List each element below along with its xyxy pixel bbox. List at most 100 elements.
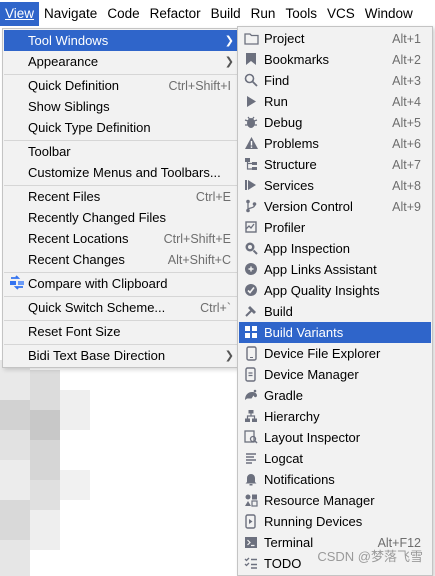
submenu-arrow-icon: ❯ [224,56,234,68]
tool-window-device-file-explorer[interactable]: Device File Explorer [239,343,431,364]
bookmark-icon [243,51,259,67]
tool-window-profiler[interactable]: Profiler [239,217,431,238]
tool-window-structure[interactable]: Structure Alt+7 [239,154,431,175]
run-icon [243,93,259,109]
menu-view[interactable]: View [0,2,40,26]
tool-window-layout-inspector[interactable]: Layout Inspector [239,427,431,448]
menu-item-label: Show Siblings [28,99,110,114]
services-icon [243,177,259,193]
menu-item-shortcut: Alt+6 [392,136,421,151]
layout-inspector-icon [243,429,259,445]
tool-window-version-control[interactable]: Version Control Alt+9 [239,196,431,217]
menu-item-label: App Links Assistant [264,262,377,277]
tool-window-app-quality[interactable]: App Quality Insights [239,280,431,301]
menu-item-compare-clipboard[interactable]: Compare with Clipboard [4,273,240,294]
menu-item-quick-switch-scheme[interactable]: Quick Switch Scheme... Ctrl+` [4,297,240,318]
tool-window-build[interactable]: Build [239,301,431,322]
tool-window-app-inspection[interactable]: App Inspection [239,238,431,259]
menu-item-recent-changes[interactable]: Recent Changes Alt+Shift+C [4,249,240,270]
device-icon [243,345,259,361]
menu-item-recent-locations[interactable]: Recent Locations Ctrl+Shift+E [4,228,240,249]
terminal-icon [243,534,259,550]
menu-item-shortcut: Alt+7 [392,157,421,172]
menu-item-label: Notifications [264,472,335,487]
menu-vcs[interactable]: VCS [322,2,360,26]
menu-item-label: Recent Files [28,189,101,204]
tool-window-logcat[interactable]: Logcat [239,448,431,469]
menu-item-tool-windows[interactable]: Tool Windows ❯ [4,30,240,51]
menu-item-label: TODO [264,556,302,571]
menu-item-recently-changed-files[interactable]: Recently Changed Files [4,207,240,228]
tool-window-app-links[interactable]: App Links Assistant [239,259,431,280]
menu-item-label: Build [264,304,293,319]
tool-window-debug[interactable]: Debug Alt+5 [239,112,431,133]
build-variants-icon [243,324,259,340]
tool-window-resource-manager[interactable]: Resource Manager [239,490,431,511]
menu-build[interactable]: Build [206,2,246,26]
menu-item-appearance[interactable]: Appearance ❯ [4,51,240,72]
menu-tools[interactable]: Tools [280,2,322,26]
tool-window-run[interactable]: Run Alt+4 [239,91,431,112]
resource-manager-icon [243,492,259,508]
tool-window-gradle[interactable]: Gradle [239,385,431,406]
structure-icon [243,156,259,172]
menu-item-reset-font-size[interactable]: Reset Font Size [4,321,240,342]
menu-item-label: Quick Switch Scheme... [28,300,166,315]
menu-item-label: Version Control [264,199,353,214]
menu-item-shortcut: Alt+4 [392,94,421,109]
menu-item-label: Bidi Text Base Direction [28,348,166,363]
menu-item-label: Terminal [264,535,314,550]
menu-item-shortcut: Alt+9 [392,199,421,214]
menu-item-label: Hierarchy [264,409,320,424]
menu-item-label: Layout Inspector [264,430,361,445]
menu-item-label: Problems [264,136,319,151]
profiler-icon [243,219,259,235]
menu-item-shortcut: Ctrl+E [195,189,231,204]
tool-window-hierarchy[interactable]: Hierarchy [239,406,431,427]
tool-window-problems[interactable]: Problems Alt+6 [239,133,431,154]
tool-window-device-manager[interactable]: Device Manager [239,364,431,385]
menu-item-label: Build Variants [264,325,344,340]
view-menu: Tool Windows ❯ Appearance ❯ Quick Defini… [2,28,242,368]
menu-run[interactable]: Run [246,2,281,26]
submenu-arrow-icon: ❯ [224,350,234,362]
menu-item-label: Tool Windows [28,33,109,48]
menu-item-shortcut: Alt+1 [392,31,421,46]
menu-item-quick-type-definition[interactable]: Quick Type Definition [4,117,240,138]
tool-window-build-variants[interactable]: Build Variants [239,322,431,343]
tool-window-project[interactable]: Project Alt+1 [239,28,431,49]
menu-window[interactable]: Window [360,2,418,26]
bell-icon [243,471,259,487]
menu-item-label: Gradle [264,388,304,403]
menu-item-label: Compare with Clipboard [28,276,168,291]
menu-item-shortcut: Alt+8 [392,178,421,193]
menu-item-label: Find [264,73,290,88]
menu-item-recent-files[interactable]: Recent Files Ctrl+E [4,186,240,207]
menu-navigate[interactable]: Navigate [39,2,102,26]
menu-item-bidi-text-direction[interactable]: Bidi Text Base Direction ❯ [4,345,240,366]
link-icon [243,261,259,277]
tool-window-services[interactable]: Services Alt+8 [239,175,431,196]
menu-item-show-siblings[interactable]: Show Siblings [4,96,240,117]
todo-icon [243,555,259,571]
menu-item-label: Customize Menus and Toolbars... [28,165,221,180]
tool-window-find[interactable]: Find Alt+3 [239,70,431,91]
tool-window-running-devices[interactable]: Running Devices [239,511,431,532]
menu-item-label: Device Manager [264,367,359,382]
menu-item-shortcut: Ctrl+Shift+I [168,78,231,93]
menu-code[interactable]: Code [102,2,144,26]
vcs-branch-icon [243,198,259,214]
tool-window-notifications[interactable]: Notifications [239,469,431,490]
menu-item-quick-definition[interactable]: Quick Definition Ctrl+Shift+I [4,75,240,96]
tool-window-bookmarks[interactable]: Bookmarks Alt+2 [239,49,431,70]
menu-refactor[interactable]: Refactor [145,2,206,26]
menu-item-label: Running Devices [264,514,363,529]
tool-windows-submenu: Project Alt+1 Bookmarks Alt+2 Find Alt+3… [237,26,433,576]
menu-item-label: Recent Locations [28,231,129,246]
menu-item-label: App Inspection [264,241,351,256]
menu-item-label: App Quality Insights [264,283,380,298]
menu-item-toolbar[interactable]: Toolbar [4,141,240,162]
menu-item-customize-menus[interactable]: Customize Menus and Toolbars... [4,162,240,183]
menu-item-shortcut: Ctrl+Shift+E [163,231,231,246]
menu-item-label: Run [264,94,288,109]
